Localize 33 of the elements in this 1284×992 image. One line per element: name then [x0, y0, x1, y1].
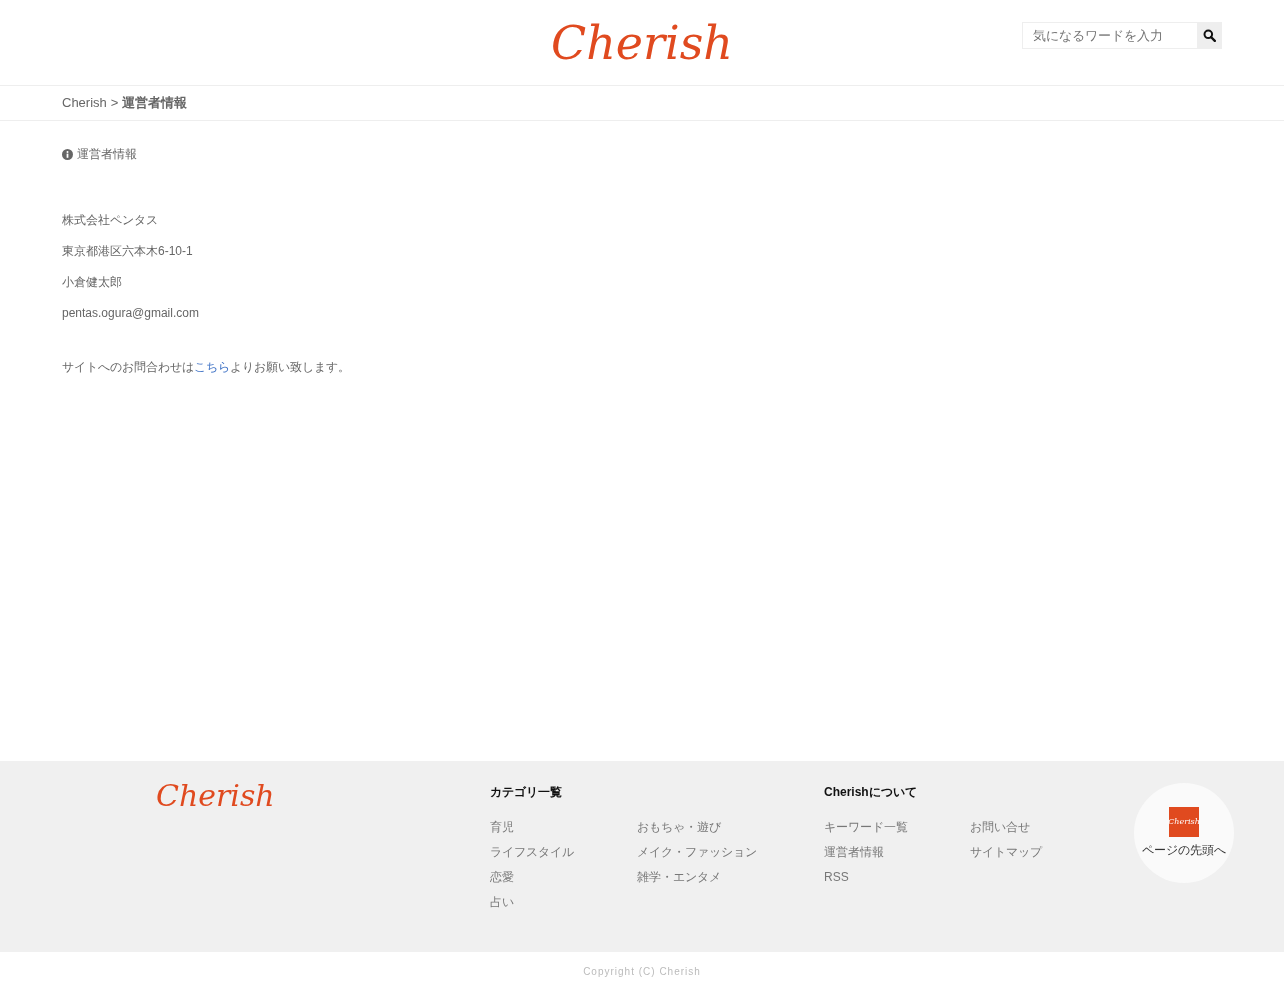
footer-link[interactable]: サイトマップ — [970, 840, 1116, 865]
search-field[interactable]: 気になるワードを入力 — [1022, 22, 1197, 49]
info-line: 株式会社ペンタス — [62, 212, 159, 229]
info-line: pentas.ogura@gmail.com — [62, 305, 200, 322]
footer-heading: Cherishについて — [824, 784, 918, 801]
search-button[interactable] — [1197, 22, 1222, 49]
breadcrumb-link[interactable]: Cherish — [62, 93, 107, 113]
footer-link[interactable]: お問い合せ — [970, 815, 1116, 840]
footer-link[interactable]: 運営者情報 — [824, 840, 970, 865]
footer-link[interactable]: ライフスタイル — [490, 840, 637, 865]
footer-link[interactable]: キーワード一覧 — [824, 815, 970, 840]
contact-note: サイトへのお問合わせはこちら よりお願い致します。 — [62, 359, 351, 376]
footer-link[interactable]: 育児 — [490, 815, 637, 840]
contact-link[interactable]: こちら — [194, 360, 230, 374]
footer-link[interactable]: 雑学・エンタメ — [637, 865, 784, 890]
logo-icon: Cherish — [1169, 807, 1199, 837]
info-line: 東京都港区六本木6-10-1 — [62, 243, 194, 260]
footer-link[interactable]: おもちゃ・遊び — [637, 815, 784, 840]
breadcrumb-current: 運営者情報 — [122, 94, 188, 113]
footer-link[interactable]: RSS — [824, 865, 970, 890]
page-title: 運営者情報 — [77, 146, 137, 163]
footer-logo[interactable]: Cherish — [156, 781, 275, 811]
info-line: 小倉健太郎 — [62, 274, 123, 291]
breadcrumb-separator: > — [110, 94, 119, 113]
footer-link[interactable]: 占い — [490, 890, 637, 915]
footer-link[interactable]: 恋愛 — [490, 865, 637, 890]
copyright-text: Copyright (C) Cherish — [583, 965, 701, 979]
footer-link[interactable]: メイク・ファッション — [637, 840, 784, 865]
search-icon — [1203, 29, 1216, 42]
site-logo[interactable]: Cherish — [551, 19, 733, 66]
info-icon — [62, 148, 73, 160]
back-to-top-button[interactable]: Cherish ページの先頭へ — [1134, 783, 1234, 883]
footer-heading: カテゴリ一覧 — [490, 784, 563, 801]
